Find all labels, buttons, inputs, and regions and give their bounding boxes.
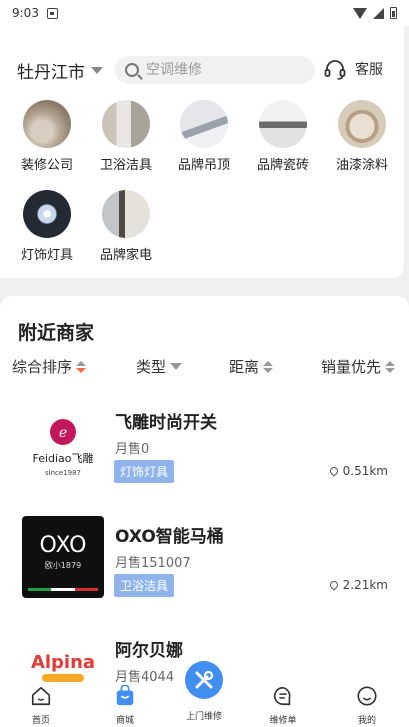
- search-input[interactable]: [146, 62, 296, 78]
- category-appliances[interactable]: 品牌家电: [90, 190, 162, 263]
- caret-down-icon: [170, 363, 183, 370]
- header: 牡丹江市 客服: [0, 56, 404, 86]
- sort-comprehensive-label: 综合排序: [12, 358, 73, 376]
- nav-mall[interactable]: 商城: [95, 684, 155, 726]
- nav-orders[interactable]: 维修单: [253, 685, 313, 726]
- sort-comprehensive[interactable]: 综合排序: [12, 356, 87, 377]
- nav-mine-label: 我的: [357, 716, 376, 726]
- bottom-nav: 首页 商城 上门维修 维修单 我的: [0, 661, 409, 727]
- city-selector[interactable]: 牡丹江市: [17, 58, 103, 83]
- shop-logo: e Feidiao飞雕 since1987: [22, 402, 104, 484]
- shop-distance: 2.21km: [327, 578, 388, 592]
- section-title: 附近商家: [18, 322, 95, 344]
- category-image: [23, 190, 71, 238]
- status-time: 9:03: [12, 6, 39, 20]
- shop-sales: 月售151007: [115, 556, 191, 571]
- nav-orders-label: 维修单: [269, 716, 297, 726]
- category-image: [180, 100, 228, 148]
- category-label: 油漆涂料: [335, 158, 388, 173]
- sort-sales[interactable]: 销量优先: [321, 356, 396, 377]
- category-lighting[interactable]: 灯饰灯具: [11, 190, 83, 263]
- sort-distance-label: 距离: [229, 358, 260, 376]
- sort-type-label: 类型: [136, 358, 167, 376]
- location-pin-icon: [327, 465, 340, 477]
- shop-distance-value: 2.21km: [342, 578, 388, 592]
- sort-type[interactable]: 类型: [136, 356, 183, 377]
- svg-text:e: e: [59, 425, 67, 441]
- category-image: [23, 100, 71, 148]
- shop-category-tag: 卫浴洁具: [114, 574, 175, 597]
- category-image: [259, 100, 307, 148]
- category-label: 品牌瓷砖: [256, 158, 309, 173]
- shop-item[interactable]: OXO 欧小1879 OXO智能马桶 月售151007 卫浴洁具 2.21km: [0, 516, 409, 606]
- location-pin-icon: [327, 579, 340, 591]
- tools-icon: [195, 670, 214, 689]
- battery-icon: [390, 7, 397, 19]
- shop-distance: 0.51km: [327, 464, 388, 478]
- caret-down-icon: [91, 67, 103, 74]
- oxo-logo: OXO 欧小1879: [28, 533, 98, 591]
- nav-mall-label: 商城: [115, 716, 134, 726]
- home-icon: [31, 686, 51, 706]
- search-icon: [125, 63, 139, 77]
- customer-service-label: 客服: [355, 62, 383, 78]
- category-label: 装修公司: [20, 158, 73, 173]
- shop-item[interactable]: e Feidiao飞雕 since1987 飞雕时尚开关 月售0 灯饰灯具 0.…: [0, 402, 409, 492]
- shop-name: 飞雕时尚开关: [115, 413, 217, 433]
- svg-text:Feidiao飞雕: Feidiao飞雕: [32, 451, 93, 465]
- nav-home-label: 首页: [31, 716, 50, 726]
- notification-icon: [46, 7, 58, 19]
- category-image: [102, 100, 150, 148]
- category-label: 卫浴洁具: [99, 158, 152, 173]
- nav-repair-button[interactable]: [185, 661, 223, 699]
- category-image: [338, 100, 386, 148]
- sort-arrows-icon: [385, 360, 396, 373]
- customer-service-button[interactable]: 客服: [323, 57, 383, 81]
- svg-text:Alpina: Alpina: [31, 652, 95, 673]
- headset-icon: [324, 60, 346, 80]
- category-label: 品牌吊顶: [177, 158, 230, 173]
- sort-distance[interactable]: 距离: [229, 356, 274, 377]
- wifi-icon: [353, 7, 367, 19]
- sort-arrows-icon: [76, 360, 87, 373]
- shop-category-tag: 灯饰灯具: [114, 460, 175, 483]
- status-bar: 9:03: [0, 0, 409, 26]
- category-bathroom[interactable]: 卫浴洁具: [90, 100, 162, 173]
- smiley-icon: [357, 686, 377, 706]
- nav-mine[interactable]: 我的: [337, 685, 397, 726]
- category-tile[interactable]: 品牌瓷砖: [247, 100, 319, 173]
- svg-text:欧小1879: 欧小1879: [45, 560, 81, 570]
- search-bar[interactable]: [115, 56, 315, 84]
- nav-home[interactable]: 首页: [11, 685, 71, 726]
- shop-name: OXO智能马桶: [115, 527, 224, 547]
- nav-repair-label: 上门维修: [185, 712, 222, 722]
- shop-sales: 月售0: [115, 442, 150, 457]
- status-icons: [353, 7, 397, 19]
- feidiao-logo: e Feidiao飞雕 since1987: [32, 419, 94, 477]
- svg-text:since1987: since1987: [45, 469, 81, 477]
- sort-sales-label: 销量优先: [321, 358, 382, 376]
- shopping-bag-icon: [116, 684, 134, 706]
- category-paint[interactable]: 油漆涂料: [326, 100, 398, 173]
- category-ceiling[interactable]: 品牌吊顶: [168, 100, 240, 173]
- category-image: [102, 190, 150, 238]
- svg-text:OXO: OXO: [40, 533, 87, 558]
- city-name: 牡丹江市: [17, 63, 85, 83]
- category-label: 品牌家电: [99, 248, 152, 263]
- signal-icon: [373, 7, 384, 19]
- top-card: 牡丹江市 客服 装修公司 卫浴洁具 品牌吊顶 品牌瓷砖: [0, 26, 404, 278]
- shop-logo: OXO 欧小1879: [22, 516, 104, 598]
- sort-bar: 综合排序 类型 距离 销量优先: [0, 356, 409, 378]
- chat-bubble-icon: [274, 686, 291, 706]
- category-label: 灯饰灯具: [20, 248, 73, 263]
- shop-distance-value: 0.51km: [342, 464, 388, 478]
- sort-arrows-icon: [263, 360, 274, 373]
- category-decoration-company[interactable]: 装修公司: [11, 100, 83, 173]
- shop-name: 阿尔贝娜: [115, 641, 183, 661]
